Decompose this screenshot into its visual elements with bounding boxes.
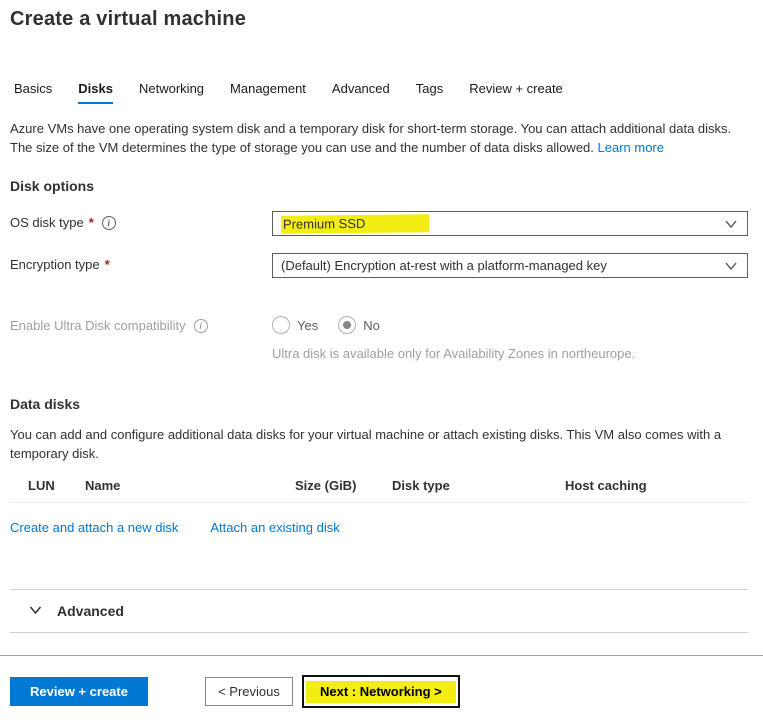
create-vm-page: Create a virtual machine Basics Disks Ne…	[0, 0, 763, 633]
ultra-disk-radio-no[interactable]: No	[338, 316, 380, 334]
tab-bar: Basics Disks Networking Management Advan…	[10, 81, 748, 104]
chevron-down-icon	[28, 604, 43, 619]
info-icon[interactable]: i	[194, 319, 208, 333]
intro-text: Azure VMs have one operating system disk…	[10, 119, 748, 157]
page-title: Create a virtual machine	[10, 8, 748, 31]
chevron-down-icon	[724, 260, 738, 272]
encryption-type-select[interactable]: (Default) Encryption at-rest with a plat…	[272, 253, 748, 278]
attach-existing-disk-link[interactable]: Attach an existing disk	[210, 520, 339, 535]
previous-button[interactable]: < Previous	[205, 677, 293, 706]
column-header-host-caching: Host caching	[565, 478, 748, 493]
tab-basics[interactable]: Basics	[14, 81, 52, 104]
os-disk-type-select[interactable]: Premium SSD	[272, 211, 748, 236]
learn-more-link[interactable]: Learn more	[598, 140, 664, 155]
data-disks-heading: Data disks	[10, 396, 748, 412]
tab-review-create[interactable]: Review + create	[469, 81, 563, 104]
data-disks-table-header: LUN Name Size (GiB) Disk type Host cachi…	[10, 478, 748, 503]
ultra-disk-radio-yes[interactable]: Yes	[272, 316, 318, 334]
tab-management[interactable]: Management	[230, 81, 306, 104]
os-disk-type-label: OS disk type * i	[10, 211, 272, 230]
required-asterisk: *	[89, 215, 94, 230]
create-and-attach-disk-link[interactable]: Create and attach a new disk	[10, 520, 178, 535]
ultra-disk-label: Enable Ultra Disk compatibility i	[10, 314, 272, 333]
data-disks-links: Create and attach a new disk Attach an e…	[10, 520, 748, 535]
column-header-size: Size (GiB)	[295, 478, 392, 493]
next-networking-button[interactable]: Next : Networking >	[302, 675, 460, 708]
footer-bar: Review + create < Previous Next : Networ…	[0, 655, 763, 723]
radio-selected-icon	[338, 316, 356, 334]
next-networking-button-label: Next : Networking >	[306, 681, 456, 703]
tab-advanced[interactable]: Advanced	[332, 81, 390, 104]
tab-disks[interactable]: Disks	[78, 81, 113, 104]
column-header-disk-type: Disk type	[392, 478, 565, 493]
advanced-expander[interactable]: Advanced	[10, 590, 748, 633]
encryption-type-value: (Default) Encryption at-rest with a plat…	[281, 258, 607, 273]
tab-tags[interactable]: Tags	[416, 81, 443, 104]
ultra-disk-row: Enable Ultra Disk compatibility i Yes No…	[10, 314, 748, 361]
ultra-disk-note: Ultra disk is available only for Availab…	[272, 346, 748, 361]
tab-networking[interactable]: Networking	[139, 81, 204, 104]
required-asterisk: *	[105, 257, 110, 272]
column-header-name: Name	[85, 478, 295, 493]
info-icon[interactable]: i	[102, 216, 116, 230]
disk-options-heading: Disk options	[10, 178, 748, 194]
data-disks-description: You can add and configure additional dat…	[10, 425, 748, 463]
os-disk-type-value: Premium SSD	[281, 214, 430, 234]
radio-unselected-icon	[272, 316, 290, 334]
advanced-expander-label: Advanced	[57, 603, 124, 619]
os-disk-type-row: OS disk type * i Premium SSD	[10, 211, 748, 236]
chevron-down-icon	[724, 218, 738, 230]
encryption-type-label: Encryption type *	[10, 253, 272, 272]
encryption-type-row: Encryption type * (Default) Encryption a…	[10, 253, 748, 278]
ultra-disk-radio-group: Yes No	[272, 314, 748, 334]
review-create-button[interactable]: Review + create	[10, 677, 148, 706]
column-header-lun: LUN	[10, 478, 85, 493]
